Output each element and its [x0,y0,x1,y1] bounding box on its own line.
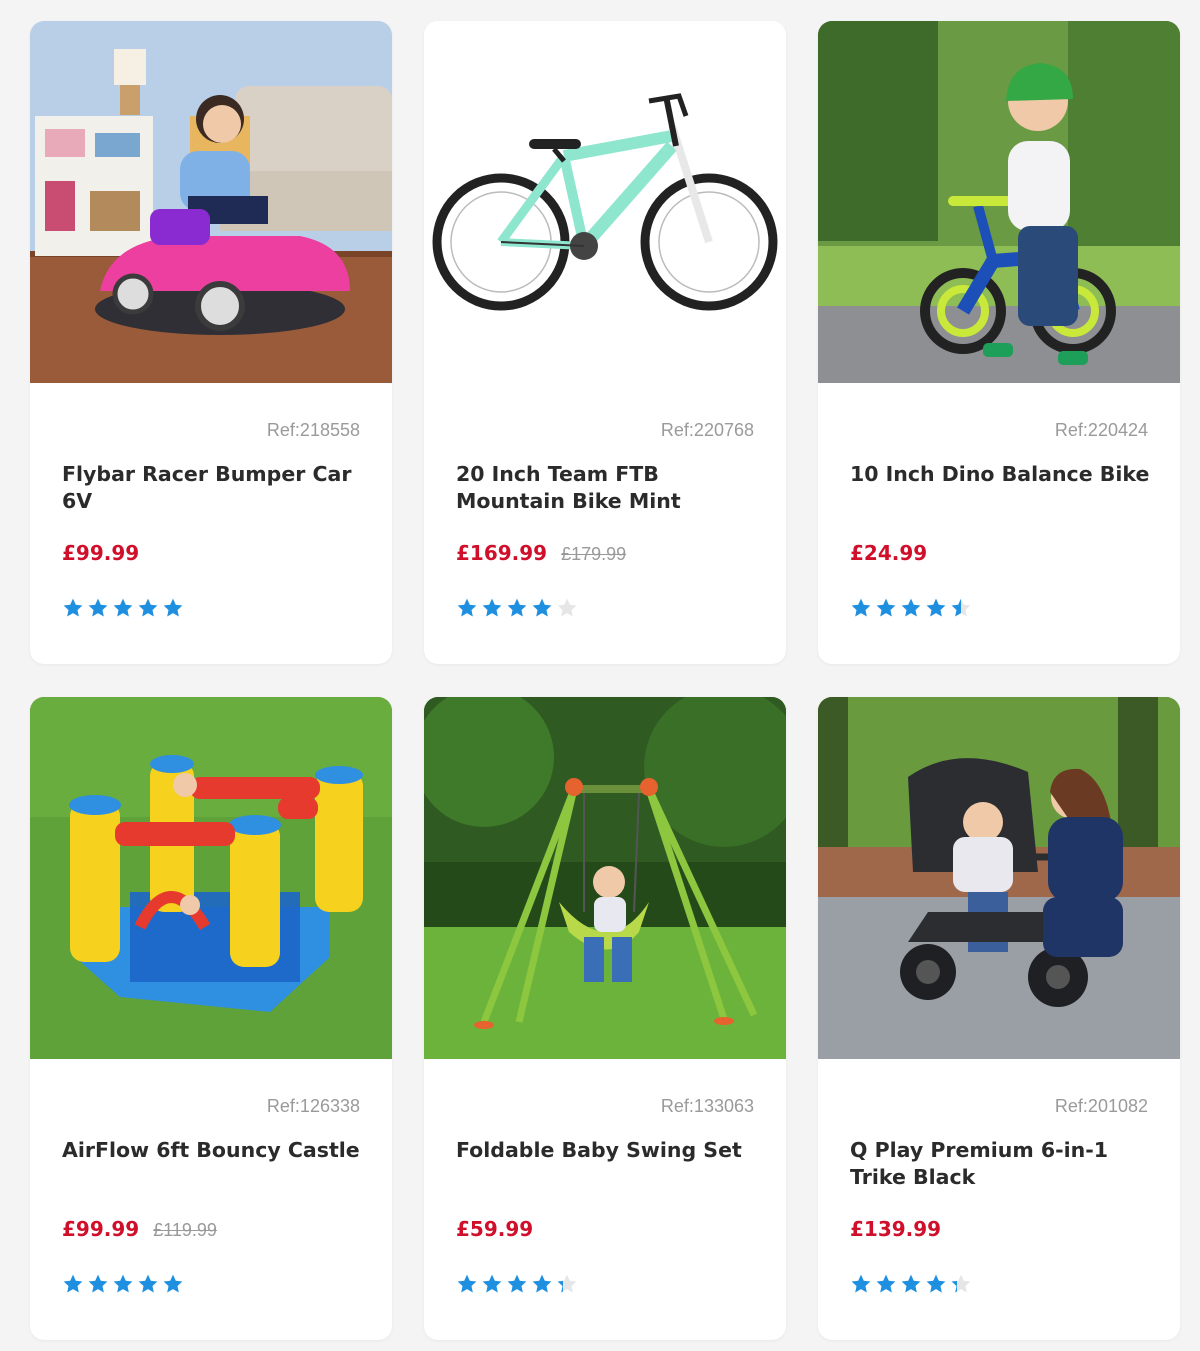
price-row: £169.99 £179.99 [456,541,626,565]
product-price: £59.99 [456,1217,534,1241]
product-info: Ref:133063 Foldable Baby Swing Set £59.9… [424,1059,786,1340]
price-row: £24.99 [850,541,927,565]
rating-stars [62,1273,184,1295]
rating-stars [62,597,184,619]
star-icon [876,598,896,617]
star-icon [926,1274,946,1293]
star-icon [507,598,527,617]
balance-bike-photo [818,21,1180,383]
rating-stars [850,1273,972,1295]
mountain-bike-photo [424,21,786,383]
star-icon [482,598,502,617]
rating-stars [456,597,578,619]
star-icon [113,598,133,617]
star-icon [138,598,158,617]
star-icon [63,1274,83,1293]
product-info: Ref:126338 AirFlow 6ft Bouncy Castle £99… [30,1059,392,1340]
trike-photo [818,697,1180,1059]
swing-set-photo [424,697,786,1059]
product-card[interactable]: Ref:126338 AirFlow 6ft Bouncy Castle £99… [30,697,392,1340]
price-row: £99.99 [62,541,139,565]
product-grid: Ref:218558 Flybar Racer Bumper Car 6V £9… [30,21,1180,1340]
product-card[interactable]: Ref:218558 Flybar Racer Bumper Car 6V £9… [30,21,392,664]
product-card[interactable]: Ref:220424 10 Inch Dino Balance Bike £24… [818,21,1180,664]
product-info: Ref:220768 20 Inch Team FTB Mountain Bik… [424,383,786,664]
product-image[interactable] [30,21,392,383]
product-ref: Ref:201082 [1054,1096,1148,1116]
product-ref: Ref:220768 [660,420,754,440]
product-ref: Ref:218558 [266,420,360,440]
product-was-price: £179.99 [561,544,627,564]
product-price: £139.99 [850,1217,942,1241]
product-title[interactable]: 10 Inch Dino Balance Bike [850,461,1152,488]
star-icon [113,1274,133,1293]
product-title[interactable]: Foldable Baby Swing Set [456,1137,758,1164]
star-icon [163,1274,183,1293]
star-icon [926,598,946,617]
star-icon [457,598,477,617]
star-icon [951,598,971,617]
star-icon [901,1274,921,1293]
product-image[interactable] [424,697,786,1059]
product-title[interactable]: Flybar Racer Bumper Car 6V [62,461,364,515]
star-icon [507,1274,527,1293]
star-icon [88,1274,108,1293]
product-price: £99.99 [62,541,140,565]
product-ref: Ref:126338 [266,1096,360,1116]
product-ref: Ref:133063 [660,1096,754,1116]
product-title[interactable]: 20 Inch Team FTB Mountain Bike Mint [456,461,758,515]
product-image[interactable] [424,21,786,383]
bouncy-castle-photo [30,697,392,1059]
star-icon [876,1274,896,1293]
product-ref: Ref:220424 [1054,420,1148,440]
product-card[interactable]: Ref:220768 20 Inch Team FTB Mountain Bik… [424,21,786,664]
product-info: Ref:220424 10 Inch Dino Balance Bike £24… [818,383,1180,664]
rating-stars [456,1273,578,1295]
star-icon [557,598,577,617]
product-card[interactable]: Ref:201082 Q Play Premium 6-in-1 Trike B… [818,697,1180,1340]
product-title[interactable]: Q Play Premium 6-in-1 Trike Black [850,1137,1152,1191]
product-info: Ref:201082 Q Play Premium 6-in-1 Trike B… [818,1059,1180,1340]
product-price: £24.99 [850,541,928,565]
star-icon [532,1274,552,1293]
star-icon [532,598,552,617]
star-icon [851,1274,871,1293]
product-image[interactable] [818,21,1180,383]
price-row: £139.99 [850,1217,941,1241]
star-icon [163,598,183,617]
star-icon [63,598,83,617]
product-image[interactable] [30,697,392,1059]
star-icon [901,598,921,617]
price-row: £59.99 [456,1217,533,1241]
product-price: £99.99 [62,1217,140,1241]
bumper-car-photo [30,21,392,383]
price-row: £99.99 £119.99 [62,1217,217,1241]
star-icon [138,1274,158,1293]
star-icon [482,1274,502,1293]
product-price: £169.99 [456,541,548,565]
product-title[interactable]: AirFlow 6ft Bouncy Castle [62,1137,364,1164]
product-info: Ref:218558 Flybar Racer Bumper Car 6V £9… [30,383,392,664]
star-icon [457,1274,477,1293]
product-card[interactable]: Ref:133063 Foldable Baby Swing Set £59.9… [424,697,786,1340]
star-icon [557,1274,577,1293]
product-image[interactable] [818,697,1180,1059]
star-icon [851,598,871,617]
star-icon [88,598,108,617]
star-icon [951,1274,971,1293]
rating-stars [850,597,972,619]
product-was-price: £119.99 [153,1220,217,1240]
